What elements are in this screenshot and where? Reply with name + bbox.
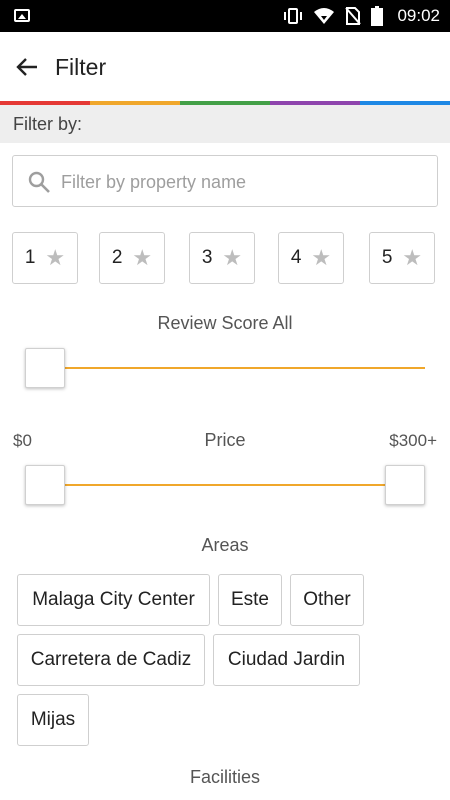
area-chip[interactable]: Carretera de Cadiz: [17, 634, 205, 686]
review-score-label: Review Score All: [157, 313, 293, 333]
star-filter-4[interactable]: 4 ★: [278, 232, 344, 284]
no-sim-icon: [345, 7, 362, 25]
star-filter-label: 1: [24, 247, 36, 268]
price-range-slider[interactable]: [25, 465, 425, 505]
arrow-left-icon: [16, 58, 37, 76]
star-filter-label: 5: [381, 247, 393, 268]
star-filter-2[interactable]: 2 ★: [99, 232, 165, 284]
price-max-label: $300+: [389, 431, 437, 450]
review-score-thumb[interactable]: [25, 348, 65, 388]
star-filter-5[interactable]: 5 ★: [369, 232, 435, 284]
status-icons: 09:02: [283, 0, 440, 32]
app-bar: Filter: [0, 32, 450, 101]
star-icon: ★: [311, 245, 332, 270]
filter-by-header: Filter by:: [0, 105, 450, 143]
vibrate-icon: [283, 7, 303, 25]
page-title: Filter: [55, 54, 107, 80]
areas-label: Areas: [201, 535, 249, 555]
area-chip[interactable]: Este: [218, 574, 282, 626]
search-field[interactable]: [12, 155, 438, 207]
star-filter-label: 3: [201, 247, 213, 268]
review-score-track: [45, 367, 425, 369]
status-bar: 09:02: [0, 0, 450, 32]
price-label: Price: [204, 430, 246, 450]
review-score-slider[interactable]: [25, 348, 425, 388]
price-range-track: [45, 484, 425, 486]
area-chip[interactable]: Mijas: [17, 694, 89, 746]
star-filter-label: 2: [111, 247, 123, 268]
back-button[interactable]: [10, 52, 44, 82]
star-icon: ★: [132, 245, 153, 270]
star-icon: ★: [402, 245, 423, 270]
area-chip[interactable]: Malaga City Center: [17, 574, 210, 626]
star-filter-label: 4: [290, 247, 302, 268]
star-icon: ★: [222, 245, 243, 270]
area-chip[interactable]: Other: [290, 574, 364, 626]
star-icon: ★: [45, 245, 66, 270]
facilities-label: Facilities: [189, 767, 260, 787]
image-icon: [14, 9, 30, 22]
status-time: 09:02: [397, 6, 440, 25]
area-chip[interactable]: Ciudad Jardin: [213, 634, 360, 686]
search-icon: [28, 171, 50, 193]
search-input[interactable]: [61, 164, 421, 200]
star-filter-3[interactable]: 3 ★: [189, 232, 255, 284]
price-max-thumb[interactable]: [385, 465, 425, 505]
star-filter-1[interactable]: 1 ★: [12, 232, 78, 284]
battery-icon: [371, 6, 384, 26]
price-min-thumb[interactable]: [25, 465, 65, 505]
wifi-icon: [313, 7, 335, 25]
